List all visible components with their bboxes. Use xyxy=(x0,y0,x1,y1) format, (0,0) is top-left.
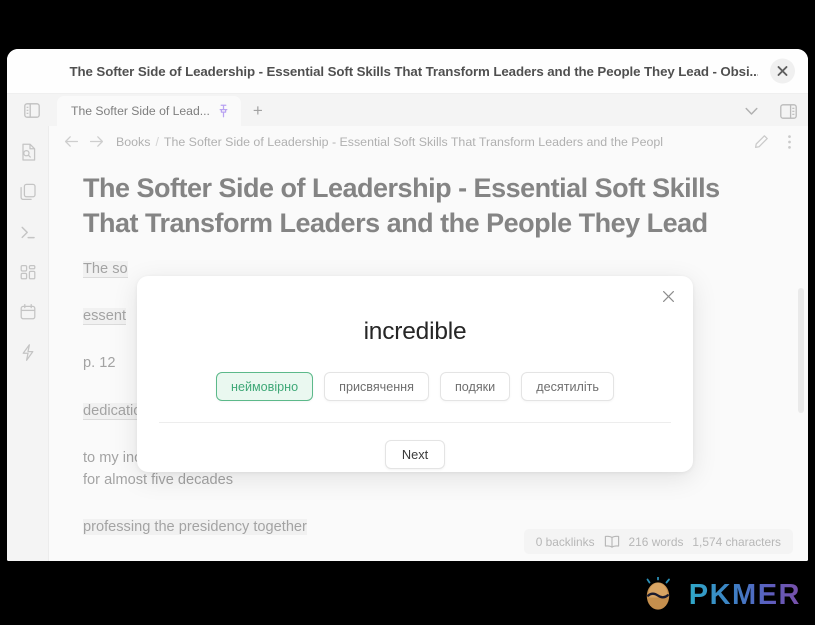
note-text-fragment: professing the presidency together xyxy=(83,519,307,536)
quiz-option-2[interactable]: присвячення xyxy=(324,372,429,401)
arrow-left-icon xyxy=(64,136,79,147)
sidebar-item-terminal[interactable] xyxy=(15,219,41,245)
book-icon xyxy=(604,535,620,548)
lightning-icon xyxy=(22,343,33,361)
sidebar-item-file-search[interactable] xyxy=(15,139,41,165)
backlinks-count[interactable]: 0 backlinks xyxy=(536,535,595,549)
copy-files-icon xyxy=(19,183,36,200)
toggle-right-sidebar-button[interactable] xyxy=(776,98,800,124)
breadcrumb-root[interactable]: Books xyxy=(116,135,150,149)
quiz-prompt-word: incredible xyxy=(363,318,467,345)
right-sidebar-icon xyxy=(779,103,797,119)
window-close-button[interactable] xyxy=(770,58,795,84)
dialog-footer: Next xyxy=(137,440,693,469)
breadcrumb-separator: / xyxy=(155,134,159,149)
new-tab-button[interactable]: + xyxy=(241,96,275,126)
quiz-option-3[interactable]: подяки xyxy=(439,372,511,401)
quiz-dialog: incredible неймовірно присвячення подяки… xyxy=(137,276,693,472)
edit-note-button[interactable] xyxy=(750,131,772,153)
breadcrumb-bar: Books / The Softer Side of Leadership - … xyxy=(49,126,808,157)
tab-bar-actions xyxy=(739,98,800,124)
status-bar: 0 backlinks 216 words 1,574 characters xyxy=(523,529,793,554)
window-titlebar: The Softer Side of Leadership - Essentia… xyxy=(7,49,808,94)
next-button[interactable]: Next xyxy=(384,440,446,469)
book-glyph xyxy=(604,535,619,548)
quiz-option-1[interactable]: неймовірно xyxy=(216,372,314,401)
breadcrumb: Books / The Softer Side of Leadership - … xyxy=(116,135,744,149)
plus-icon: + xyxy=(252,101,263,120)
toggle-left-sidebar-button[interactable] xyxy=(7,94,57,126)
nav-back-button[interactable] xyxy=(59,129,84,154)
more-vertical-icon xyxy=(787,134,791,149)
sidebar-item-calendar[interactable] xyxy=(15,299,41,325)
watermark-text: PKMER xyxy=(688,578,801,611)
note-text-fragment: The so xyxy=(83,261,128,279)
terminal-icon xyxy=(20,226,35,238)
screen-root: The Softer Side of Leadership - Essentia… xyxy=(0,0,815,625)
vertical-scrollbar[interactable] xyxy=(797,158,805,555)
word-count: 216 words xyxy=(628,534,684,549)
note-text-fragment: essent xyxy=(83,308,126,326)
tab-active[interactable]: The Softer Side of Lead... xyxy=(57,96,241,126)
pkmer-egg-logo xyxy=(646,577,670,610)
left-ribbon xyxy=(7,126,49,561)
nav-forward-button[interactable] xyxy=(84,129,109,154)
sidebar-item-apps[interactable] xyxy=(15,259,41,285)
sidebar-item-quick-action[interactable] xyxy=(15,339,41,365)
left-sidebar-icon xyxy=(24,102,40,118)
pkmer-watermark: PKMER xyxy=(645,577,801,613)
breadcrumb-actions xyxy=(744,131,800,153)
pin-icon[interactable] xyxy=(217,104,230,118)
pencil-icon xyxy=(754,135,768,149)
dialog-close-button[interactable] xyxy=(657,285,679,307)
grid-apps-icon xyxy=(20,264,35,279)
pin-glyph xyxy=(219,104,228,118)
note-text-fragment: for almost five decades xyxy=(83,471,234,488)
chevron-down-icon xyxy=(744,107,758,115)
app-window: The Softer Side of Leadership - Essentia… xyxy=(7,49,808,561)
tab-list-dropdown-button[interactable] xyxy=(739,98,763,124)
dialog-divider xyxy=(159,422,671,423)
scrollbar-thumb[interactable] xyxy=(798,288,804,413)
character-count: 1,574 characters xyxy=(692,534,781,549)
sidebar-item-files[interactable] xyxy=(15,179,41,205)
quiz-options: неймовірно присвячення подяки десятиліть xyxy=(137,372,693,401)
quiz-option-4[interactable]: десятиліть xyxy=(521,372,614,401)
page-title: The Softer Side of Leadership - Essentia… xyxy=(83,173,720,238)
calendar-icon xyxy=(20,303,35,319)
window-title: The Softer Side of Leadership - Essentia… xyxy=(69,63,758,79)
tab-label: The Softer Side of Lead... xyxy=(71,104,210,118)
breadcrumb-leaf[interactable]: The Softer Side of Leadership - Essentia… xyxy=(164,135,663,149)
tab-bar: The Softer Side of Lead... + xyxy=(7,94,808,126)
file-search-icon xyxy=(21,143,35,161)
close-icon xyxy=(662,290,674,302)
close-icon xyxy=(777,66,788,76)
note-text-fragment: p. 12 xyxy=(83,355,116,372)
arrow-right-icon xyxy=(89,136,104,147)
more-options-button[interactable] xyxy=(778,131,800,153)
